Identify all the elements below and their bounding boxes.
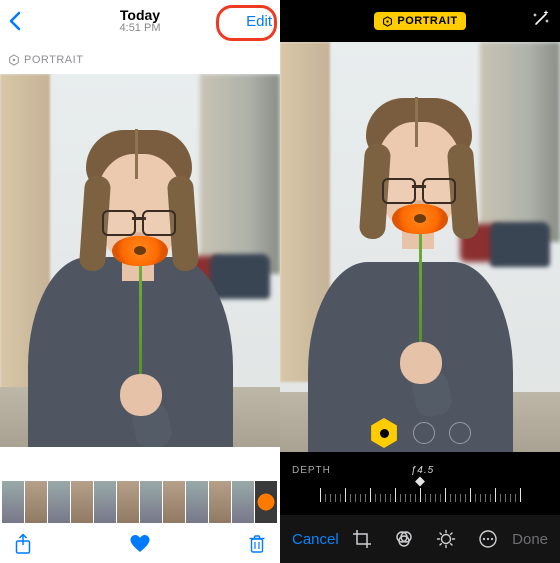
thumbnail[interactable] <box>71 481 93 523</box>
nav-title: Today <box>0 8 280 22</box>
thumbnail-strip[interactable] <box>0 481 280 523</box>
photo-edit-canvas[interactable] <box>280 42 560 452</box>
nav-bar: Today 4:51 PM Edit <box>0 0 280 42</box>
edit-button[interactable]: Edit <box>246 13 272 30</box>
photo-edit-screen: PORTRAIT DEPTH ƒ4.5 <box>280 0 560 563</box>
lighting-option[interactable] <box>449 422 471 444</box>
filters-tool-button[interactable] <box>394 529 414 549</box>
depth-label: DEPTH <box>292 465 331 476</box>
thumbnail[interactable] <box>94 481 116 523</box>
lighting-option-selected[interactable] <box>369 418 399 448</box>
more-tool-button[interactable] <box>478 529 498 549</box>
thumbnail[interactable] <box>140 481 162 523</box>
portrait-hex-icon <box>382 16 393 27</box>
edit-top-bar: PORTRAIT <box>280 0 560 42</box>
photo-main[interactable] <box>0 74 280 447</box>
thumbnail[interactable] <box>25 481 47 523</box>
favorite-button[interactable] <box>129 534 151 554</box>
thumbnail[interactable] <box>2 481 24 523</box>
thumbnail[interactable] <box>209 481 231 523</box>
delete-button[interactable] <box>248 534 266 554</box>
thumbnail[interactable] <box>48 481 70 523</box>
nav-title-group: Today 4:51 PM <box>0 8 280 35</box>
auto-enhance-button[interactable] <box>532 10 550 28</box>
photo-mode-label: PORTRAIT <box>24 54 83 66</box>
nav-subtitle: 4:51 PM <box>0 22 280 35</box>
portrait-hex-icon <box>8 54 20 66</box>
crop-tool-button[interactable] <box>352 529 372 549</box>
portrait-mode-toggle[interactable]: PORTRAIT <box>374 12 465 30</box>
back-button[interactable] <box>8 11 32 31</box>
edit-tools-group <box>352 529 498 549</box>
thumbnail[interactable] <box>255 481 277 523</box>
thumbnail[interactable] <box>186 481 208 523</box>
thumbnail[interactable] <box>117 481 139 523</box>
photo-mode-badge: PORTRAIT <box>0 42 280 74</box>
share-button[interactable] <box>14 533 32 555</box>
lighting-option[interactable] <box>413 422 435 444</box>
thumbnail[interactable] <box>232 481 254 523</box>
cancel-button[interactable]: Cancel <box>292 531 339 548</box>
photos-viewer-screen: Today 4:51 PM Edit PORTRAIT <box>0 0 280 563</box>
thumbnail[interactable] <box>163 481 185 523</box>
portrait-pill-label: PORTRAIT <box>397 15 457 27</box>
depth-slider[interactable] <box>280 480 560 502</box>
adjust-tool-button[interactable] <box>436 529 456 549</box>
depth-fstop-value: ƒ4.5 <box>411 465 434 476</box>
bottom-toolbar <box>0 525 280 563</box>
portrait-lighting-dial[interactable] <box>369 418 471 448</box>
edit-bottom-toolbar: Cancel Done <box>280 515 560 563</box>
done-button[interactable]: Done <box>512 531 548 548</box>
